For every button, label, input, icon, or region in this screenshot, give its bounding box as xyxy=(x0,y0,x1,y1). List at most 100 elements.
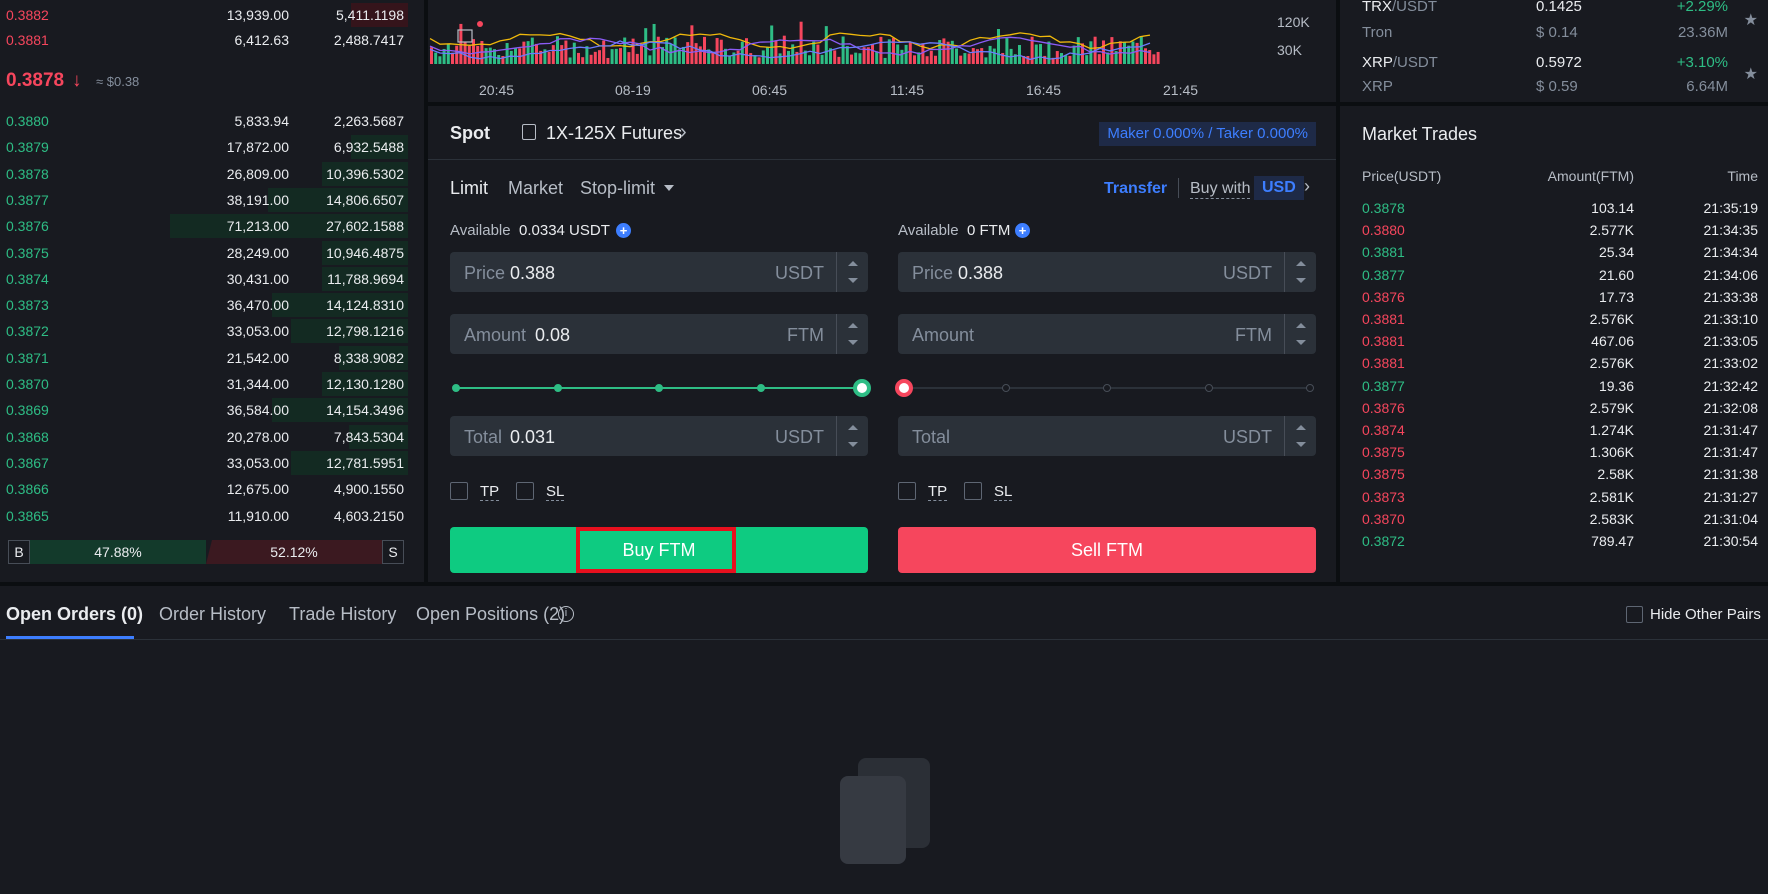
sell-total-field[interactable]: Total USDT xyxy=(898,416,1316,456)
bid-row[interactable]: 0.3880 5,833.94 2,263.5687 xyxy=(0,108,408,134)
sell-price-input[interactable]: 0.388 xyxy=(958,263,1003,284)
tab-trade-history[interactable]: Trade History xyxy=(289,604,396,625)
bid-row[interactable]: 0.3874 30,431.00 11,788.9694 xyxy=(0,266,408,292)
bid-row[interactable]: 0.3871 21,542.00 8,338.9082 xyxy=(0,345,408,371)
slider-step-dot[interactable] xyxy=(553,384,562,392)
bid-row[interactable]: 0.3878 26,809.00 10,396.5302 xyxy=(0,161,408,187)
slider-step-dot[interactable] xyxy=(1001,384,1010,392)
order-type-stop-limit[interactable]: Stop-limit xyxy=(580,178,655,199)
fee-rate-badge[interactable]: Maker 0.000% / Taker 0.000% xyxy=(1099,122,1316,146)
step-down-icon[interactable] xyxy=(1296,442,1306,447)
price-chart[interactable]: 120K 30K 20:45 08-19 06:45 11:45 16:45 2… xyxy=(428,0,1336,102)
amount-stepper[interactable] xyxy=(1284,314,1316,354)
step-up-icon[interactable] xyxy=(848,261,858,266)
x-tick-label: 08-19 xyxy=(615,82,651,98)
bid-row[interactable]: 0.3873 36,470.00 14,124.8310 xyxy=(0,292,408,318)
price-stepper[interactable] xyxy=(1284,252,1316,292)
ask-row[interactable]: 0.3882 13,939.00 5,411.1198 xyxy=(0,2,408,28)
slider-thumb[interactable] xyxy=(853,379,871,397)
buy-with-currency[interactable]: USD xyxy=(1254,176,1304,200)
step-down-icon[interactable] xyxy=(848,442,858,447)
trade-row[interactable]: 0.3872 789.47 21:30:54 xyxy=(1340,533,1768,558)
buy-total-input[interactable]: 0.031 xyxy=(510,427,555,448)
sell-price-field[interactable]: Price 0.388 USDT xyxy=(898,252,1316,292)
bid-price: 0.3880 xyxy=(6,113,49,129)
volume-bar xyxy=(648,55,652,64)
step-up-icon[interactable] xyxy=(848,425,858,430)
x-tick-label: 20:45 xyxy=(479,82,515,98)
volume-bar xyxy=(1064,55,1068,64)
total-stepper[interactable] xyxy=(1284,416,1316,456)
bid-row[interactable]: 0.3866 12,675.00 4,900.1550 xyxy=(0,476,408,502)
slider-thumb[interactable] xyxy=(895,379,913,397)
sl-checkbox[interactable] xyxy=(964,482,982,500)
hide-other-pairs-checkbox[interactable] xyxy=(1626,606,1643,623)
order-type-market[interactable]: Market xyxy=(508,178,563,199)
ask-row[interactable]: 0.3881 6,412.63 2,488.7417 xyxy=(0,27,408,53)
trade-panel: Spot 1X-125X Futures › Maker 0.000% / Ta… xyxy=(428,106,1336,582)
bid-row[interactable]: 0.3872 33,053.00 12,798.1216 xyxy=(0,318,408,344)
slider-step-dot[interactable] xyxy=(452,384,460,392)
tp-checkbox[interactable] xyxy=(450,482,468,500)
buy-price-input[interactable]: 0.388 xyxy=(510,263,555,284)
slider-step-dot[interactable] xyxy=(1204,384,1213,392)
hide-other-pairs-label[interactable]: Hide Other Pairs xyxy=(1650,606,1761,623)
tab-open-orders[interactable]: Open Orders (0) xyxy=(6,604,143,625)
step-up-icon[interactable] xyxy=(1296,425,1306,430)
bid-row[interactable]: 0.3876 71,213.00 27,602.1588 xyxy=(0,213,408,239)
buy-total-field[interactable]: Total 0.031 USDT xyxy=(450,416,868,456)
bid-amount: 31,344.00 xyxy=(226,376,289,392)
buy-amount-field[interactable]: Amount 0.08 FTM xyxy=(450,314,868,354)
slider-step-dot[interactable] xyxy=(756,384,765,392)
favorite-star-icon[interactable]: ★ xyxy=(1744,10,1758,30)
bid-total: 14,806.6507 xyxy=(326,191,404,208)
bid-row[interactable]: 0.3875 28,249.00 10,946.4875 xyxy=(0,240,408,266)
volume-bar xyxy=(778,53,782,64)
step-down-icon[interactable] xyxy=(1296,340,1306,345)
bid-row[interactable]: 0.3869 36,584.00 14,154.3496 xyxy=(0,397,408,423)
buy-amount-slider[interactable] xyxy=(450,378,871,398)
sell-amount-slider[interactable] xyxy=(895,378,1316,398)
amount-stepper[interactable] xyxy=(836,314,868,354)
add-funds-icon[interactable]: + xyxy=(616,223,631,238)
slider-step-dot[interactable] xyxy=(655,384,663,392)
tp-checkbox[interactable] xyxy=(898,482,916,500)
sl-checkbox[interactable] xyxy=(516,482,534,500)
slider-step-dot[interactable] xyxy=(1103,384,1111,392)
total-stepper[interactable] xyxy=(836,416,868,456)
bid-row[interactable]: 0.3867 33,053.00 12,781.5951 xyxy=(0,450,408,476)
step-up-icon[interactable] xyxy=(848,323,858,328)
bid-row[interactable]: 0.3865 11,910.00 4,603.2150 xyxy=(0,503,408,529)
step-up-icon[interactable] xyxy=(1296,261,1306,266)
bid-row[interactable]: 0.3879 17,872.00 6,932.5488 xyxy=(0,134,408,160)
step-down-icon[interactable] xyxy=(1296,278,1306,283)
sell-ratio-label: S xyxy=(382,540,404,564)
buy-amount-input[interactable]: 0.08 xyxy=(535,325,570,346)
sell-amount-field[interactable]: Amount FTM xyxy=(898,314,1316,354)
favorite-star-icon[interactable]: ★ xyxy=(1744,64,1758,84)
info-icon[interactable]: i xyxy=(558,606,574,622)
slider-step-dot[interactable] xyxy=(1306,384,1314,392)
step-up-icon[interactable] xyxy=(1296,323,1306,328)
tab-open-positions[interactable]: Open Positions (2) xyxy=(416,604,565,625)
transfer-button[interactable]: Transfer xyxy=(1104,180,1167,198)
bid-row[interactable]: 0.3868 20,278.00 7,843.5304 xyxy=(0,424,408,450)
order-type-limit[interactable]: Limit xyxy=(450,178,488,199)
step-down-icon[interactable] xyxy=(848,340,858,345)
price-stepper[interactable] xyxy=(836,252,868,292)
bid-row[interactable]: 0.3877 38,191.00 14,806.6507 xyxy=(0,187,408,213)
tab-order-history[interactable]: Order History xyxy=(159,604,266,625)
volume-bar xyxy=(682,46,685,64)
futures-link[interactable]: 1X-125X Futures xyxy=(546,123,682,144)
trade-amount: 103.14 xyxy=(1591,200,1634,216)
trade-time: 21:31:04 xyxy=(1703,510,1759,527)
chevron-right-icon[interactable]: › xyxy=(1304,176,1310,197)
divider xyxy=(1178,178,1179,198)
sell-ftm-button[interactable]: Sell FTM xyxy=(898,527,1316,573)
bid-row[interactable]: 0.3870 31,344.00 12,130.1280 xyxy=(0,371,408,397)
step-down-icon[interactable] xyxy=(848,278,858,283)
tab-spot[interactable]: Spot xyxy=(450,123,490,144)
add-funds-icon[interactable]: + xyxy=(1015,223,1030,238)
buy-price-field[interactable]: Price 0.388 USDT xyxy=(450,252,868,292)
buy-ftm-button[interactable]: Buy FTM xyxy=(450,527,868,573)
